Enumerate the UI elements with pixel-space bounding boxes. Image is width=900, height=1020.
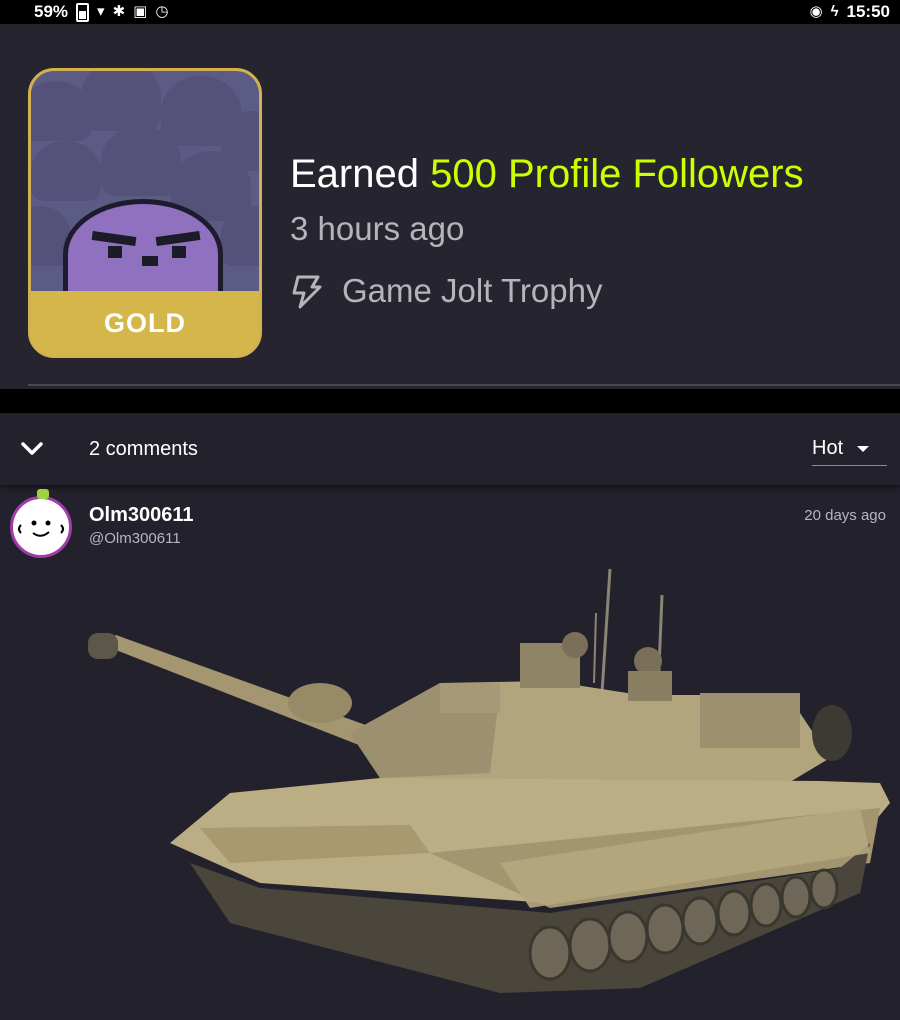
trophy-title-accent: 500 Profile Followers <box>430 152 804 196</box>
trophy-source: Game Jolt Trophy <box>288 272 602 310</box>
comment-username[interactable]: Olm300611 <box>89 504 194 527</box>
charging-bolt-icon: ϟ <box>830 3 839 20</box>
trophy-badge[interactable]: GOLD <box>28 68 262 358</box>
game-jolt-bolt-icon <box>292 275 322 309</box>
bluetooth-icon: ✱ <box>112 3 126 20</box>
trophy-source-label: Game Jolt Trophy <box>342 272 603 309</box>
sync-icon: ◷ <box>155 3 169 20</box>
comments-header: 2 comments Hot <box>0 413 900 485</box>
divider <box>28 384 900 386</box>
trophy-title-prefix: Earned <box>290 152 419 196</box>
comment-count: 2 comments <box>89 438 198 460</box>
status-right: ◉ ϟ 15:50 <box>809 2 890 22</box>
status-left: 59% ▾ ✱ ▣ ◷ <box>34 2 168 22</box>
wifi-icon: ▾ <box>97 3 105 20</box>
battery-percent: 59% <box>34 2 69 21</box>
sort-value: Hot <box>812 437 844 459</box>
caret-down-icon <box>857 445 870 452</box>
avatar-crown-icon <box>37 489 49 499</box>
comments-section: 2 comments Hot Olm300611 @Olm300611 20 d… <box>0 413 900 1020</box>
trophy-title: Earned 500 Profile Followers <box>290 152 804 197</box>
separator <box>0 389 900 413</box>
comment-handle[interactable]: @Olm300611 <box>89 530 181 547</box>
clock: 15:50 <box>846 2 890 21</box>
data-saver-icon: ◉ <box>809 3 823 20</box>
sort-dropdown[interactable]: Hot <box>812 437 870 460</box>
battery-icon <box>76 2 90 22</box>
chevron-down-icon[interactable] <box>20 440 44 458</box>
status-bar: 59% ▾ ✱ ▣ ◷ ◉ ϟ 15:50 <box>0 0 900 24</box>
badge-tier-label: GOLD <box>104 308 186 338</box>
trophy-badge-art <box>31 71 259 291</box>
trophy-time: 3 hours ago <box>290 210 465 247</box>
avatar[interactable] <box>10 489 72 558</box>
sort-underline <box>812 465 887 466</box>
cast-icon: ▣ <box>133 3 148 20</box>
tank-photo[interactable] <box>80 563 900 1003</box>
trophy-panel: GOLD Earned 500 Profile Followers 3 hour… <box>0 24 900 389</box>
ghost-face-icon <box>18 520 64 537</box>
tank-image <box>88 568 890 993</box>
comment-date: 20 days ago <box>804 507 886 524</box>
